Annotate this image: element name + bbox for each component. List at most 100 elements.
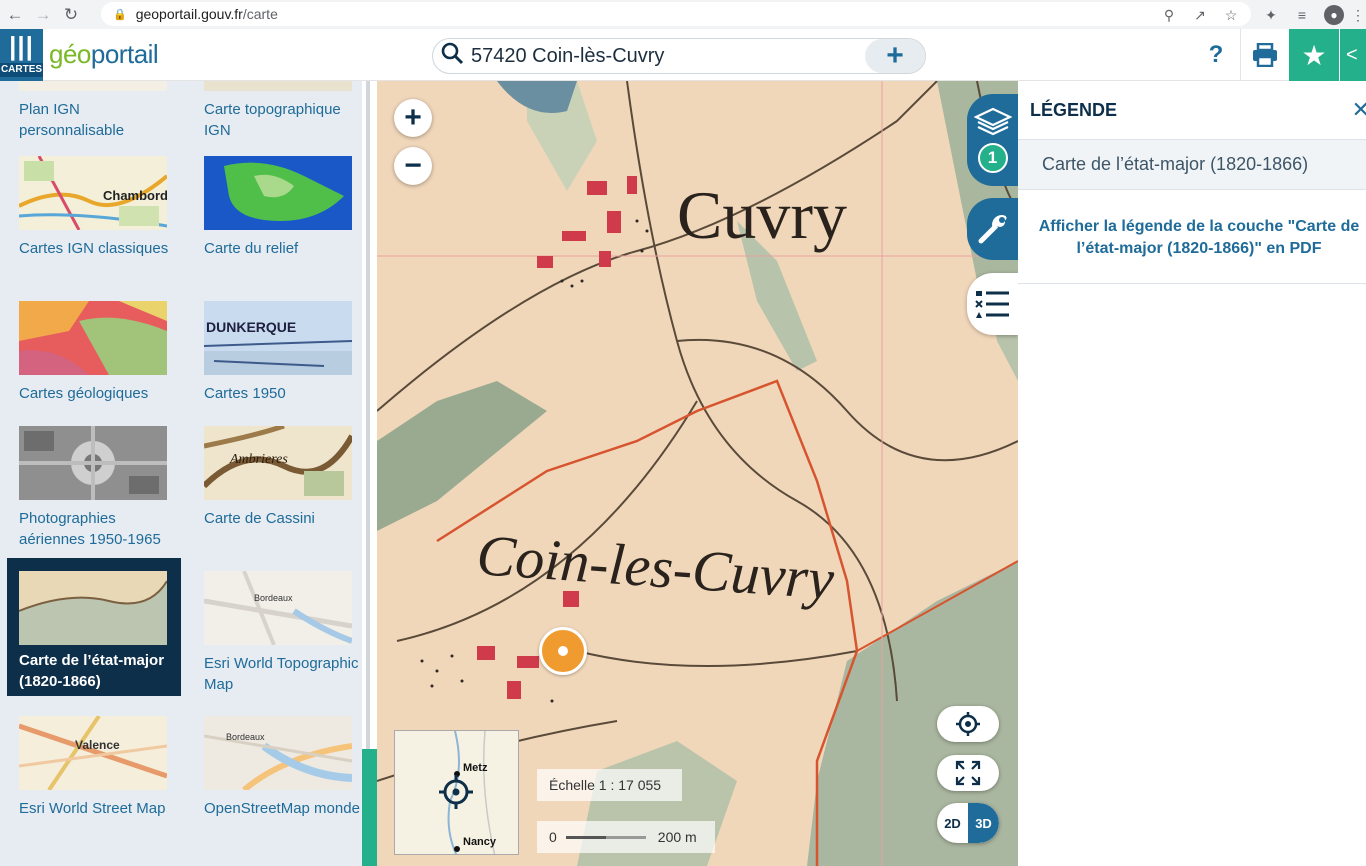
extensions-icon[interactable]: ✦ — [1259, 3, 1283, 27]
legend-toggle-button[interactable] — [967, 273, 1018, 335]
fullscreen-icon — [955, 760, 981, 786]
close-icon[interactable]: ✕ — [1352, 97, 1366, 123]
tile-label: Photographies aériennes 1950-1965 — [19, 510, 161, 548]
overview-map-drawing — [439, 731, 496, 854]
printer-icon — [1253, 43, 1277, 67]
tile-esri-world-topographic[interactable]: Bordeaux Esri World Topographic Map — [192, 571, 362, 709]
scale-line — [565, 835, 646, 839]
tile-carte-relief[interactable]: Carte du relief — [192, 156, 362, 294]
tile-esri-world-street[interactable]: Valence Esri World Street Map — [7, 716, 181, 854]
logo-part1: géo — [49, 39, 91, 69]
legend-title: LÉGENDE — [1018, 81, 1366, 140]
overview-city-metz: Metz — [463, 762, 488, 774]
map-label-cuvry: Cuvry — [677, 177, 847, 253]
search-icon — [433, 41, 471, 71]
tile-carte-topo[interactable]: Carte topographique IGN — [192, 81, 362, 155]
browser-toolbar: ← → ↻ 🔒 geoportail.gouv.fr/carte ⚲ ↗ ☆ ✦… — [0, 0, 1366, 29]
tile-label: Esri World Street Map — [19, 800, 166, 817]
zoom-in-button[interactable]: + — [394, 99, 432, 137]
tile-carte-etat-major[interactable]: Carte de l’état-major (1820-1866) — [7, 558, 181, 696]
tile-label: Plan IGN personnalisable — [19, 101, 125, 139]
tile-thumbnail — [19, 571, 167, 645]
maps-catalogue-panel: Plan IGN personnalisable Carte topograph… — [0, 81, 362, 866]
overview-map[interactable]: Metz Nancy — [394, 730, 519, 855]
menu-label: CARTES — [0, 63, 43, 77]
tile-label: OpenStreetMap monde — [204, 800, 360, 817]
search-input[interactable]: 57420 Coin-lès-Cuvry — [471, 45, 865, 68]
legend-panel: LÉGENDE ✕ Carte de l’état-major (1820-18… — [1018, 81, 1366, 866]
tile-plan-ign[interactable]: Plan IGN personnalisable — [7, 81, 181, 155]
logo-part2: portail — [90, 39, 159, 69]
tile-thumbnail: Valence — [19, 716, 167, 790]
location-marker[interactable] — [539, 627, 587, 675]
app-header: ||| CARTES géoportail 57420 Coin-lès-Cuv… — [0, 29, 1366, 81]
tile-thumbnail — [204, 81, 352, 91]
help-button[interactable]: ? — [1196, 29, 1236, 81]
address-bar[interactable]: 🔒 geoportail.gouv.fr/carte — [101, 2, 1251, 26]
url-path: /carte — [242, 6, 278, 22]
print-button[interactable] — [1240, 29, 1289, 81]
scale-start: 0 — [549, 829, 557, 845]
lock-icon: 🔒 — [113, 8, 127, 21]
back-icon[interactable]: ← — [2, 2, 28, 28]
thumb-text: Bordeaux — [226, 732, 265, 742]
tile-openstreetmap-monde[interactable]: Bordeaux OpenStreetMap monde — [192, 716, 362, 854]
thumb-text: Valence — [75, 738, 120, 752]
wrench-icon — [978, 215, 1006, 244]
advanced-search-plus-button[interactable]: + — [865, 39, 925, 73]
tile-label: Cartes IGN classiques — [19, 240, 169, 257]
tile-label: Carte du relief — [204, 240, 299, 257]
tile-thumbnail — [204, 156, 352, 230]
scale-end: 200 m — [657, 829, 697, 845]
tile-label: Esri World Topographic Map — [204, 655, 359, 693]
bookmark-star-icon[interactable]: ☆ — [1219, 3, 1243, 27]
reload-icon[interactable]: ↻ — [58, 2, 84, 28]
tile-thumbnail: Bordeaux — [204, 716, 352, 790]
thumb-text: Ambrieres — [230, 452, 288, 467]
legend-pdf-link[interactable]: Afficher la légende de la couche "Carte … — [1018, 190, 1366, 284]
tile-cartes-1950[interactable]: DUNKERQUE Cartes 1950 — [192, 301, 362, 439]
scale-bar: 0 200 m — [537, 821, 715, 853]
reading-list-icon[interactable]: ≡ — [1290, 3, 1314, 27]
tools-button[interactable] — [967, 198, 1018, 260]
thumb-text: DUNKERQUE — [206, 319, 297, 335]
zoom-out-button[interactable]: − — [394, 147, 432, 185]
geolocate-button[interactable] — [937, 706, 999, 742]
share-button[interactable]: < — [1340, 29, 1366, 81]
tile-carte-cassini[interactable]: Ambrieres Carte de Cassini — [192, 426, 362, 564]
share-page-icon[interactable]: ↗ — [1188, 3, 1212, 27]
layers-icon — [973, 107, 1012, 136]
thumb-text: Bordeaux — [254, 593, 293, 603]
profile-avatar[interactable]: ● — [1322, 3, 1346, 27]
overview-city-nancy: Nancy — [463, 836, 497, 848]
tile-thumbnail — [19, 426, 167, 500]
catalogue-scrollbar[interactable] — [362, 81, 377, 866]
cartes-menu-button[interactable]: ||| CARTES — [0, 29, 43, 81]
tile-cartes-geologiques[interactable]: Cartes géologiques — [7, 301, 181, 439]
fullscreen-button[interactable] — [937, 755, 999, 791]
forward-icon[interactable]: → — [30, 2, 56, 28]
scale-text: Échelle 1 : 17 055 — [537, 769, 682, 801]
tile-label: Cartes géologiques — [19, 385, 149, 402]
map-viewport[interactable]: Cuvry Coin-les-Cuvry + − 1 2D 3D Metz Na… — [377, 81, 1018, 866]
tile-cartes-ign-classiques[interactable]: Chambord Cartes IGN classiques — [7, 156, 181, 294]
tile-thumbnail: Bordeaux — [204, 571, 352, 645]
star-icon: ★ — [1301, 39, 1327, 71]
favorites-button[interactable]: ★ — [1289, 29, 1339, 81]
browser-menu-icon[interactable]: ⋮ — [1346, 3, 1366, 27]
tile-photographies-aeriennes[interactable]: Photographies aériennes 1950-1965 — [7, 426, 181, 564]
menu-bars-icon: ||| — [9, 31, 34, 61]
layers-count-badge: 1 — [977, 143, 1008, 173]
tile-label: Cartes 1950 — [204, 385, 286, 402]
legend-list-icon — [974, 291, 1009, 318]
view-2d-3d-toggle[interactable]: 2D 3D — [937, 803, 999, 843]
geoportail-logo[interactable]: géoportail — [49, 39, 159, 70]
scrollbar-thumb[interactable] — [362, 749, 377, 866]
marker-center-dot — [558, 646, 568, 656]
search-box[interactable]: 57420 Coin-lès-Cuvry + — [432, 38, 926, 74]
tile-label: Carte topographique IGN — [204, 101, 341, 139]
zoom-icon[interactable]: ⚲ — [1157, 3, 1181, 27]
legend-layer-name: Carte de l’état-major (1820-1866) — [1018, 140, 1366, 190]
crosshair-icon — [956, 712, 980, 736]
layers-manager-button[interactable]: 1 — [967, 94, 1018, 186]
